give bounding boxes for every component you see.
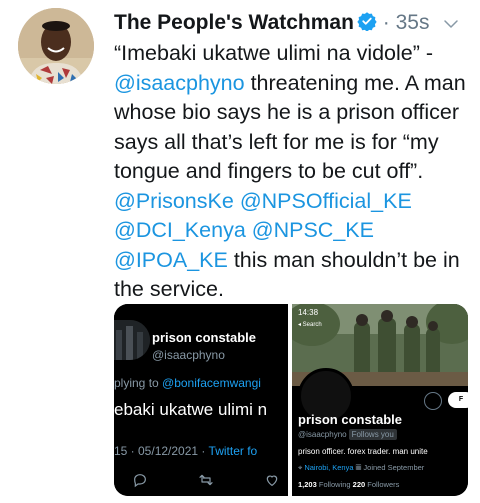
tweet-timestamp[interactable]: 35s	[396, 11, 430, 34]
mention-link[interactable]: @NPSOfficial_KE	[240, 189, 412, 213]
tweet-text: “Imebaki ukatwe ulimi na vidole” - @isaa…	[114, 39, 470, 305]
followers-label: Followers	[367, 480, 400, 489]
threat-text: ebaki ukatwe ulimi n	[114, 400, 268, 419]
following-count: 1,203	[298, 480, 317, 489]
tweet-meta-client: Twitter fo	[208, 444, 258, 458]
profile-bio: prison officer. forex trader. man unite	[298, 447, 428, 456]
like-icon	[264, 472, 280, 493]
tweet-meta: 15 · 05/12/2021 · Twitter fo	[114, 444, 257, 458]
mention-link[interactable]: @PrisonsKe	[114, 189, 234, 213]
replying-to: plying to @bonifacemwangi	[114, 376, 261, 390]
tweet-text-part: “Imebaki ukatwe ulimi na vidole” -	[114, 41, 434, 65]
notification-bell-icon	[424, 392, 442, 410]
following-label: Following	[318, 480, 351, 489]
retweet-icon	[198, 472, 214, 493]
screenshot-profile-image[interactable]: 14:38 ◂ Search F prison constable @isaac…	[292, 304, 468, 496]
tweet-header: The People's Watchman · 35s	[114, 10, 474, 40]
mention-link[interactable]: @DCI_Kenya	[114, 218, 246, 242]
followers-count: 220	[352, 480, 366, 489]
mention-link[interactable]: @NPSC_KE	[252, 218, 374, 242]
profile-handle-row: @isaacphyno Follows you	[298, 429, 397, 440]
mention-link[interactable]: @isaacphyno	[114, 71, 245, 95]
profile-name: prison constable	[298, 412, 403, 427]
profile-location-row: ⌖ Nairobi, Kenya ▦ Joined September	[298, 463, 424, 473]
follows-you-badge: Follows you	[348, 429, 397, 440]
profile-joined: Joined September	[363, 463, 425, 472]
author-avatar[interactable]	[18, 8, 94, 84]
screenshot-tweet-image[interactable]: prison constable @isaacphyno plying to @…	[114, 304, 288, 496]
constable-avatar	[114, 320, 150, 360]
replying-to-prefix: plying to	[114, 376, 163, 390]
author-name[interactable]: The People's Watchman	[114, 11, 354, 34]
profile-location: Nairobi, Kenya	[304, 463, 354, 472]
profile-handle: @isaacphyno	[298, 430, 347, 439]
action-bar	[114, 472, 288, 492]
verified-badge-icon	[357, 11, 377, 38]
tweet[interactable]: The People's Watchman · 35s “Imebaki uka…	[0, 0, 480, 503]
replying-to-mention: @bonifacemwangi	[162, 376, 261, 390]
media-grid[interactable]: prison constable @isaacphyno plying to @…	[114, 304, 468, 496]
profile-follow-counts: 1,203 Following 220 Followers	[298, 480, 399, 489]
constable-handle: @isaacphyno	[152, 348, 225, 362]
constable-name: prison constable	[152, 330, 257, 345]
tweet-meta-time: 15 · 05/12/2021 ·	[114, 444, 209, 458]
chevron-down-icon[interactable]	[442, 14, 460, 40]
mention-link[interactable]: @IPOA_KE	[114, 248, 228, 272]
header-separator: ·	[382, 11, 390, 34]
phone-search-label: ◂ Search	[298, 322, 322, 328]
reply-icon	[132, 472, 148, 493]
phone-status-time: 14:38	[298, 308, 319, 317]
follow-button: F	[448, 392, 468, 408]
